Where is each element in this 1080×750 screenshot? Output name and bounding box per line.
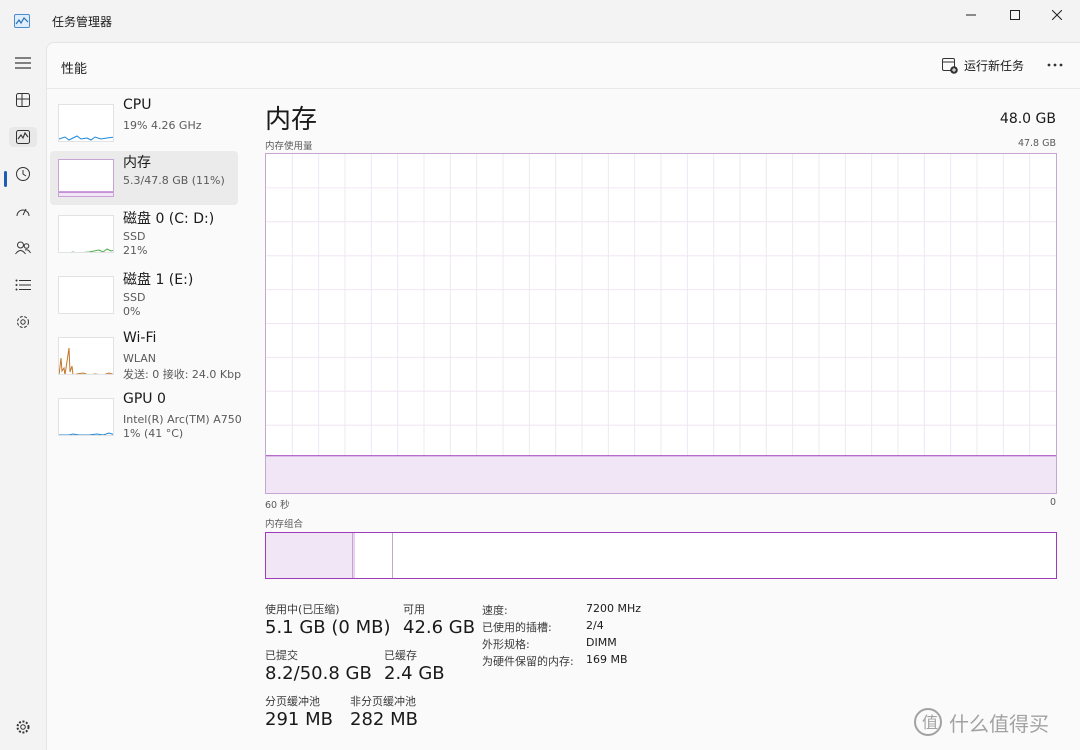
page-title: 性能 xyxy=(61,62,88,77)
cpu-thumbnail-graph xyxy=(58,104,114,142)
device-detail: 21% xyxy=(123,244,148,257)
in-use-value: 5.1 GB (0 MB) xyxy=(265,617,391,638)
window-title: 任务管理器 xyxy=(52,15,113,29)
close-button[interactable] xyxy=(1034,0,1080,30)
composition-in-use xyxy=(266,533,353,578)
maximize-button[interactable] xyxy=(992,0,1038,30)
device-item-memory[interactable]: 内存 5.3/47.8 GB (11%) xyxy=(50,151,238,205)
device-detail: SSD xyxy=(123,291,146,304)
spec-key: 外形规格: xyxy=(482,638,530,651)
main-panel: 性能 运行新任务 CPU 19% 4.26 GHz 内存 5.3/47.8 GB… xyxy=(46,42,1080,750)
memory-composition-bar xyxy=(265,532,1057,579)
startup-apps-icon[interactable] xyxy=(13,201,33,221)
in-use-label: 使用中(已压缩) xyxy=(265,603,340,616)
device-name: CPU xyxy=(123,97,152,113)
device-name: 磁盘 0 (C: D:) xyxy=(123,211,215,227)
memory-usage-area xyxy=(266,455,1056,493)
paged-pool-label: 分页缓冲池 xyxy=(265,695,320,708)
app-history-icon[interactable] xyxy=(13,164,33,184)
disk1-thumbnail-graph xyxy=(58,276,114,314)
max-label: 47.8 GB xyxy=(1017,138,1056,149)
total-memory: 48.0 GB xyxy=(999,111,1056,127)
watermark: 值 什么值得买 xyxy=(913,707,1049,737)
committed-value: 8.2/50.8 GB xyxy=(265,663,372,684)
device-name: Wi-Fi xyxy=(123,330,157,346)
svg-text:值: 值 xyxy=(922,713,938,732)
gpu-thumbnail-graph xyxy=(58,398,114,436)
settings-icon[interactable] xyxy=(13,717,33,737)
spec-value: 2/4 xyxy=(586,619,604,632)
device-name: 内存 xyxy=(123,155,151,171)
device-detail: SSD xyxy=(123,230,146,243)
usage-label: 内存使用量 xyxy=(265,141,313,152)
watermark-text: 什么值得买 xyxy=(949,711,1049,736)
title-bar: 任务管理器 xyxy=(0,0,1080,42)
task-manager-app-icon xyxy=(14,13,30,28)
time-axis-right: 0 xyxy=(1049,497,1056,508)
device-item-wifi[interactable]: Wi-Fi WLAN 发送: 0 接收: 24.0 Kbps xyxy=(50,329,241,383)
device-detail: 发送: 0 接收: 24.0 Kbps xyxy=(123,368,241,381)
spec-value: 7200 MHz xyxy=(586,602,642,615)
memory-usage-graph xyxy=(265,153,1057,494)
device-detail: WLAN xyxy=(123,352,157,365)
device-item-disk1[interactable]: 磁盘 1 (E:) SSD 0% xyxy=(50,268,238,322)
detail-title: 内存 xyxy=(265,105,318,135)
services-icon[interactable] xyxy=(13,312,33,332)
spec-value: DIMM xyxy=(586,636,617,649)
device-detail: 5.3/47.8 GB (11%) xyxy=(123,174,225,187)
performance-icon[interactable] xyxy=(9,127,37,147)
disk0-thumbnail-graph xyxy=(58,215,114,253)
device-name: GPU 0 xyxy=(123,391,166,407)
composition-label: 内存组合 xyxy=(265,519,304,530)
device-item-disk0[interactable]: 磁盘 0 (C: D:) SSD 21% xyxy=(50,207,238,261)
composition-standby xyxy=(355,533,393,578)
device-item-cpu[interactable]: CPU 19% 4.26 GHz xyxy=(50,96,238,150)
run-new-task-button[interactable]: 运行新任务 xyxy=(942,57,1024,74)
nonpaged-pool-value: 282 MB xyxy=(350,709,418,730)
more-options-icon[interactable] xyxy=(1045,57,1065,73)
available-label: 可用 xyxy=(403,603,425,616)
run-task-icon xyxy=(942,57,958,74)
time-axis-left: 60 秒 xyxy=(265,500,290,511)
minimize-button[interactable] xyxy=(948,0,994,30)
spec-key: 速度: xyxy=(482,604,508,617)
users-icon[interactable] xyxy=(13,238,33,258)
memory-thumbnail-graph xyxy=(58,159,114,197)
device-name: 磁盘 1 (E:) xyxy=(123,272,194,288)
spec-key: 为硬件保留的内存: xyxy=(482,655,574,668)
page-header: 性能 运行新任务 xyxy=(47,43,1080,89)
spec-value: 169 MB xyxy=(586,653,628,666)
details-icon[interactable] xyxy=(13,275,33,295)
device-detail: 19% 4.26 GHz xyxy=(123,119,202,132)
device-detail: 1% (41 °C) xyxy=(123,427,184,440)
active-nav-indicator xyxy=(4,171,7,187)
committed-label: 已提交 xyxy=(265,649,298,662)
processes-icon[interactable] xyxy=(13,90,33,110)
run-new-task-label: 运行新任务 xyxy=(964,59,1025,73)
memory-usage-graph-svg xyxy=(266,154,1056,493)
device-detail: Intel(R) Arc(TM) A750... xyxy=(123,413,241,426)
paged-pool-value: 291 MB xyxy=(265,709,333,730)
hamburger-icon[interactable] xyxy=(13,53,33,73)
watermark-logo-icon: 值 xyxy=(914,708,942,736)
available-value: 42.6 GB xyxy=(403,617,476,638)
left-navigation xyxy=(0,42,46,750)
device-item-gpu[interactable]: GPU 0 Intel(R) Arc(TM) A750... 1% (41 °C… xyxy=(50,390,241,444)
cached-label: 已缓存 xyxy=(384,649,417,662)
wifi-thumbnail-graph xyxy=(58,337,114,375)
device-detail: 0% xyxy=(123,305,141,318)
cached-value: 2.4 GB xyxy=(384,663,445,684)
spec-key: 已使用的插槽: xyxy=(482,621,552,634)
nonpaged-pool-label: 非分页缓冲池 xyxy=(350,695,416,708)
